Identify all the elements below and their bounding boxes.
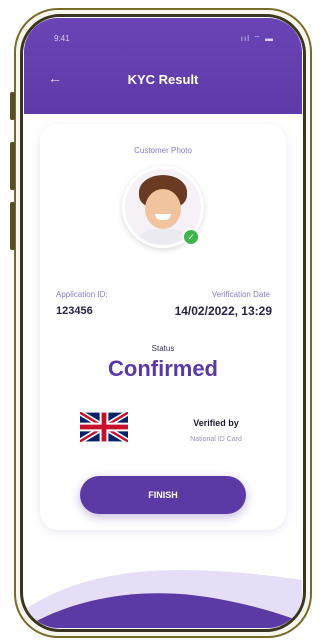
customer-photo-caption: Customer Photo [134,146,192,155]
status-icons: ııl ⌔ ▬ [240,34,274,43]
application-id-value: 123456 [56,305,93,317]
volume-down-button [10,202,15,250]
finish-button[interactable]: FINISH [80,476,246,514]
volume-up-button [10,142,15,190]
verified-by-label: Verified by [193,418,239,428]
page-title: KYC Result [127,72,199,87]
uk-flag-icon [80,412,128,442]
status-label: Status [151,344,175,353]
verification-date-label: Verification Date [211,290,270,299]
app-header: 9:41 ııl ⌔ ▬ ← KYC Result [24,18,302,114]
verification-date-value: 14/02/2022, 13:29 [174,304,272,318]
footer-wave-decoration [24,570,302,628]
app-screen: 9:41 ııl ⌔ ▬ ← KYC Result Customer Photo… [24,18,302,628]
document-type: National ID Card [190,436,242,443]
status-time: 9:41 [54,34,70,43]
verified-check-icon: ✓ [182,228,200,246]
mute-switch [10,92,15,120]
avatar-face [145,189,181,229]
application-id-label: Application ID: [56,290,108,299]
kyc-result-card: Customer Photo ✓ Application ID: 123456 … [40,124,286,530]
status-value: Confirmed [108,356,218,381]
